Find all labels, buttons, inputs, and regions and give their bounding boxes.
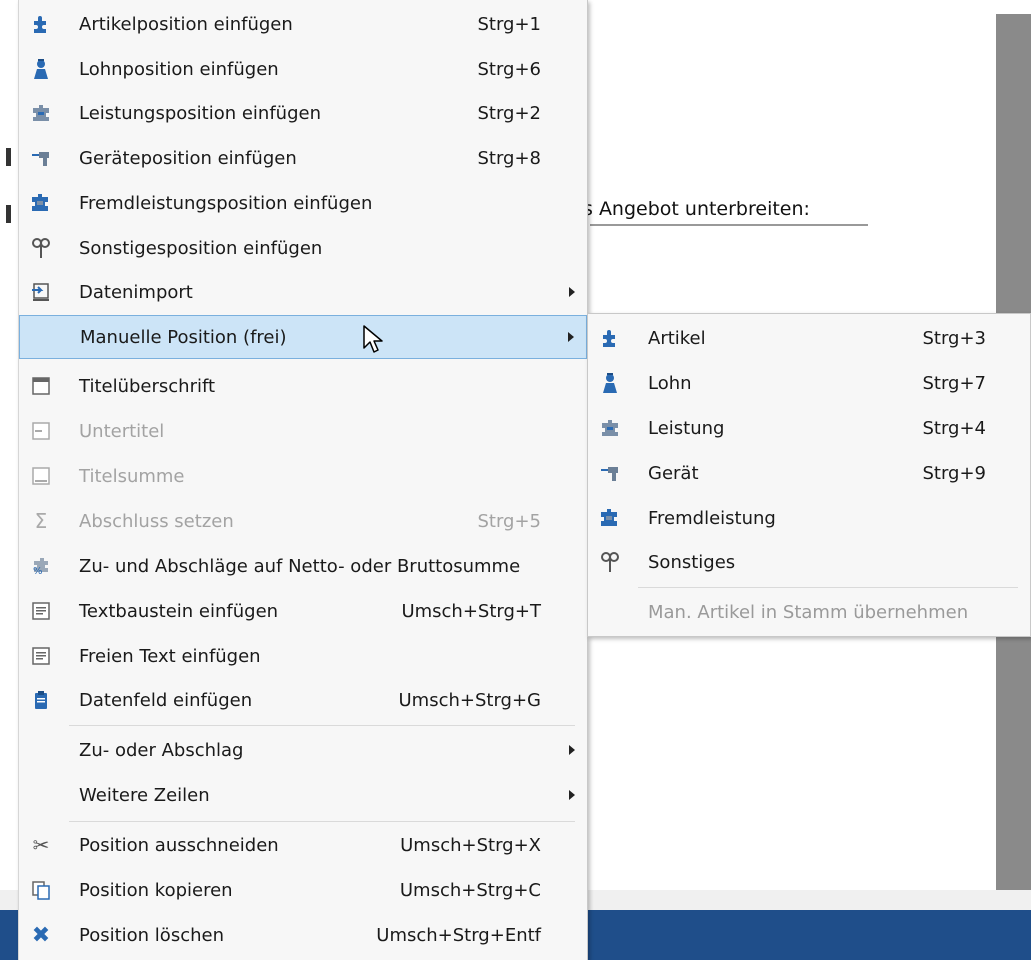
import-icon [29, 280, 53, 304]
menu-separator [69, 821, 575, 822]
external-service-icon [598, 506, 622, 530]
scissors-icon: ✂ [32, 833, 50, 857]
submenu-separator [638, 587, 1018, 588]
menu-item-leistungsposition[interactable]: Leistungsposition einfügen Strg+2 [19, 91, 587, 135]
submenu-arrow-icon [569, 745, 575, 755]
submenu-item-lohn[interactable]: Lohn Strg+7 [588, 361, 1030, 405]
external-service-icon [29, 191, 53, 215]
menu-item-loeschen[interactable]: ✖ Position löschen Umsch+Strg+Entf [19, 913, 587, 957]
svg-text:%: % [33, 566, 43, 577]
menu-item-lohnposition[interactable]: Lohnposition einfügen Strg+6 [19, 47, 587, 91]
document-text: s Angebot unterbreiten: [583, 198, 810, 220]
menu-item-abschluss-setzen[interactable]: Σ Abschluss setzen Strg+5 [19, 499, 587, 543]
submenu-item-sonstiges[interactable]: Sonstiges [588, 540, 1030, 584]
puzzle-icon [598, 326, 622, 350]
puzzle-icon [29, 12, 53, 36]
title-sum-icon [29, 464, 53, 488]
drill-icon [598, 461, 622, 485]
document-edge-mark [6, 148, 11, 166]
service-icon [598, 416, 622, 440]
submenu-arrow-icon [569, 287, 575, 297]
misc-icon [29, 236, 53, 260]
submenu-arrow-icon [569, 790, 575, 800]
submenu-item-man-artikel-stamm[interactable]: Man. Artikel in Stamm übernehmen [588, 590, 1030, 634]
menu-item-titelsumme[interactable]: Titelsumme [19, 454, 587, 498]
drill-icon [29, 146, 53, 170]
menu-item-titelueberschrift[interactable]: Titelüberschrift [19, 364, 587, 408]
title-header-icon [29, 374, 53, 398]
data-field-icon [29, 688, 53, 712]
menu-item-datenfeld[interactable]: Datenfeld einfügen Umsch+Strg+G [19, 678, 587, 722]
sigma-icon: Σ [34, 509, 48, 533]
menu-item-untertitel[interactable]: Untertitel [19, 409, 587, 453]
submenu-item-fremdleistung[interactable]: Fremdleistung [588, 496, 1030, 540]
menu-item-freien-text[interactable]: Freien Text einfügen [19, 634, 587, 678]
text-block-icon [29, 599, 53, 623]
worker-icon [598, 371, 622, 395]
menu-item-textbaustein[interactable]: Textbaustein einfügen Umsch+Strg+T [19, 589, 587, 633]
menu-item-manuelle-position[interactable]: Manuelle Position (frei) [19, 315, 587, 359]
menu-item-zu-oder-abschlag[interactable]: Zu- oder Abschlag [19, 728, 587, 772]
submenu-arrow-icon [568, 332, 574, 342]
misc-icon [598, 550, 622, 574]
menu-item-geraeteposition[interactable]: Geräteposition einfügen Strg+8 [19, 136, 587, 180]
menu-item-fremdleistungsposition[interactable]: Fremdleistungsposition einfügen [19, 181, 587, 225]
copy-icon [29, 878, 53, 902]
submenu-manuelle-position: Artikel Strg+3 Lohn Strg+7 Leistung Strg… [587, 313, 1031, 637]
mouse-cursor-icon [363, 325, 383, 353]
menu-item-weitere-zeilen[interactable]: Weitere Zeilen [19, 773, 587, 817]
context-menu: Artikelposition einfügen Strg+1 Lohnposi… [18, 0, 588, 960]
free-text-icon [29, 644, 53, 668]
menu-item-kopieren[interactable]: Position kopieren Umsch+Strg+C [19, 868, 587, 912]
submenu-item-artikel[interactable]: Artikel Strg+3 [588, 316, 1030, 360]
submenu-item-geraet[interactable]: Gerät Strg+9 [588, 451, 1030, 495]
document-edge-mark [6, 205, 11, 223]
subtitle-icon [29, 419, 53, 443]
menu-separator [69, 725, 575, 726]
surcharge-icon: % [29, 554, 53, 578]
document-underline [590, 224, 868, 226]
menu-item-datenimport[interactable]: Datenimport [19, 270, 587, 314]
menu-item-zu-und-abschlaege[interactable]: % Zu- und Abschläge auf Netto- oder Brut… [19, 544, 587, 588]
delete-icon: ✖ [31, 922, 51, 948]
menu-item-sonstigesposition[interactable]: Sonstigesposition einfügen [19, 226, 587, 270]
menu-item-artikelposition[interactable]: Artikelposition einfügen Strg+1 [19, 2, 587, 46]
submenu-item-leistung[interactable]: Leistung Strg+4 [588, 406, 1030, 450]
worker-icon [29, 57, 53, 81]
service-icon [29, 101, 53, 125]
menu-item-ausschneiden[interactable]: ✂ Position ausschneiden Umsch+Strg+X [19, 823, 587, 867]
